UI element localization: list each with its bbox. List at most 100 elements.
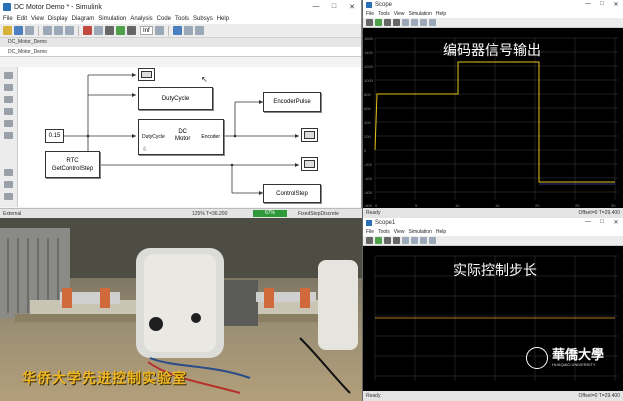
scope-block-mid[interactable] bbox=[301, 128, 318, 142]
simulink-window: DC Motor Demo * - Simulink — □ ✕ File Ed… bbox=[0, 0, 362, 218]
scope-menu-view[interactable]: View bbox=[394, 229, 405, 235]
cursor-icon[interactable] bbox=[420, 237, 427, 244]
connect-icon[interactable] bbox=[105, 26, 114, 35]
mouse-cursor-icon: ↖ bbox=[201, 75, 208, 84]
scope-window-controlstep: Scope1 — □ ✕ File Tools View Simulation … bbox=[362, 218, 623, 401]
collapse-icon[interactable] bbox=[4, 193, 13, 200]
scope-menu-help[interactable]: Help bbox=[436, 229, 446, 235]
new-model-icon[interactable] bbox=[3, 26, 12, 35]
simulink-title: DC Motor Demo * - Simulink bbox=[14, 3, 102, 11]
stop-icon[interactable] bbox=[393, 237, 400, 244]
dc-motor-block[interactable]: DutyCycle DC Motor Encoder ⇩ bbox=[138, 119, 224, 155]
menu-tools[interactable]: Tools bbox=[175, 16, 189, 22]
library-browser-icon[interactable] bbox=[83, 26, 92, 35]
scope-menu-file[interactable]: File bbox=[366, 11, 374, 17]
settings-icon[interactable] bbox=[366, 237, 373, 244]
build-icon[interactable] bbox=[172, 26, 182, 35]
step-icon[interactable] bbox=[384, 237, 391, 244]
up-icon[interactable] bbox=[65, 26, 74, 35]
forward-icon[interactable] bbox=[54, 26, 63, 35]
toolbar-divider bbox=[78, 25, 79, 36]
university-seal-icon bbox=[526, 347, 548, 369]
scope-offset: Offset=0 T=29.400 bbox=[578, 210, 620, 216]
dutycycle-block[interactable]: DutyCycle bbox=[138, 87, 213, 110]
control-step-label: ControlStep bbox=[276, 190, 308, 197]
menu-help[interactable]: Help bbox=[217, 16, 229, 22]
stop-time-field[interactable]: Inf bbox=[140, 26, 153, 35]
lab-video-feed: 华侨大学先进控制实验室 bbox=[0, 218, 362, 401]
scope-block-low[interactable] bbox=[301, 157, 318, 171]
open-icon[interactable] bbox=[14, 26, 23, 35]
menu-display[interactable]: Display bbox=[48, 16, 68, 22]
model-canvas[interactable]: DutyCycle 0.15 DutyCycle DC Motor Encode… bbox=[18, 67, 361, 207]
zoom-icon[interactable] bbox=[402, 19, 409, 26]
minimize-icon[interactable]: — bbox=[581, 1, 595, 8]
run-icon[interactable] bbox=[375, 19, 382, 26]
measure-icon[interactable] bbox=[429, 237, 436, 244]
menu-edit[interactable]: Edit bbox=[17, 16, 27, 22]
run-icon[interactable] bbox=[375, 237, 382, 244]
maximize-icon[interactable]: □ bbox=[595, 219, 609, 226]
breadcrumb[interactable]: DC_Motor_Demo bbox=[0, 47, 361, 57]
menu-subsys[interactable]: Subsys bbox=[193, 16, 213, 22]
scope-menu-view[interactable]: View bbox=[394, 11, 405, 17]
zoom-in-icon[interactable] bbox=[4, 72, 13, 79]
step-icon[interactable] bbox=[384, 19, 391, 26]
arrow-icon[interactable] bbox=[4, 96, 13, 103]
scope-offset: Offset=0 T=29.400 bbox=[578, 393, 620, 399]
area-icon[interactable] bbox=[4, 132, 13, 139]
scope-menu-help[interactable]: Help bbox=[436, 11, 446, 17]
image-icon[interactable] bbox=[4, 120, 13, 127]
advisor-icon[interactable] bbox=[183, 26, 193, 35]
scope-menu-tools[interactable]: Tools bbox=[378, 229, 390, 235]
minimize-icon[interactable]: — bbox=[581, 219, 595, 226]
cursor-icon[interactable] bbox=[420, 19, 427, 26]
menu-analysis[interactable]: Analysis bbox=[130, 16, 152, 22]
control-step-block[interactable]: ControlStep bbox=[263, 184, 321, 203]
model-config-icon[interactable] bbox=[94, 26, 103, 35]
scope-menu-tools[interactable]: Tools bbox=[378, 11, 390, 17]
stop-icon[interactable] bbox=[127, 26, 136, 35]
maximize-icon[interactable]: □ bbox=[325, 3, 343, 11]
zoom-icon[interactable] bbox=[402, 237, 409, 244]
measure-icon[interactable] bbox=[429, 19, 436, 26]
scope-block-top[interactable] bbox=[138, 68, 155, 81]
save-icon[interactable] bbox=[25, 26, 34, 35]
toolbar-divider bbox=[167, 25, 169, 36]
settings-icon[interactable] bbox=[366, 19, 373, 26]
scope-menu-file[interactable]: File bbox=[366, 229, 374, 235]
explorer-icon[interactable] bbox=[4, 181, 13, 188]
rtc-block[interactable]: RTC GetControlStep bbox=[45, 151, 100, 178]
mode-select-icon[interactable] bbox=[154, 26, 164, 35]
minimize-icon[interactable]: — bbox=[307, 3, 325, 11]
scope-toolbar bbox=[363, 18, 623, 28]
encoder-pulse-block[interactable]: EncoderPulse bbox=[263, 92, 321, 112]
camera-icon[interactable] bbox=[4, 169, 13, 176]
scope-menu-simulation[interactable]: Simulation bbox=[409, 229, 432, 235]
data-inspector-icon[interactable] bbox=[194, 26, 204, 35]
menu-code[interactable]: Code bbox=[157, 16, 171, 22]
close-icon[interactable]: ✕ bbox=[609, 1, 623, 8]
simulation-progress-bar: 67% bbox=[253, 210, 287, 217]
close-icon[interactable]: ✕ bbox=[343, 3, 361, 11]
menu-diagram[interactable]: Diagram bbox=[72, 16, 95, 22]
back-icon[interactable] bbox=[43, 26, 52, 35]
menu-view[interactable]: View bbox=[31, 16, 44, 22]
y-tick-label: 200 bbox=[364, 134, 371, 139]
university-name: 華僑大學 bbox=[552, 348, 605, 363]
scope-menu-simulation[interactable]: Simulation bbox=[409, 11, 432, 17]
menu-file[interactable]: File bbox=[3, 16, 13, 22]
autoscale-icon[interactable] bbox=[411, 237, 418, 244]
autoscale-icon[interactable] bbox=[411, 19, 418, 26]
annotation-icon[interactable] bbox=[4, 108, 13, 115]
maximize-icon[interactable]: □ bbox=[595, 1, 609, 8]
model-tab[interactable]: DC_Motor_Demo bbox=[0, 38, 361, 47]
constant-block[interactable]: 0.15 bbox=[45, 129, 64, 143]
scope-menubar: File Tools View Simulation Help bbox=[363, 9, 623, 18]
stop-icon[interactable] bbox=[393, 19, 400, 26]
menu-simulation[interactable]: Simulation bbox=[98, 16, 126, 22]
run-icon[interactable] bbox=[116, 26, 125, 35]
rtc-title: RTC bbox=[66, 158, 79, 164]
fit-view-icon[interactable] bbox=[4, 84, 13, 91]
close-icon[interactable]: ✕ bbox=[609, 219, 623, 226]
